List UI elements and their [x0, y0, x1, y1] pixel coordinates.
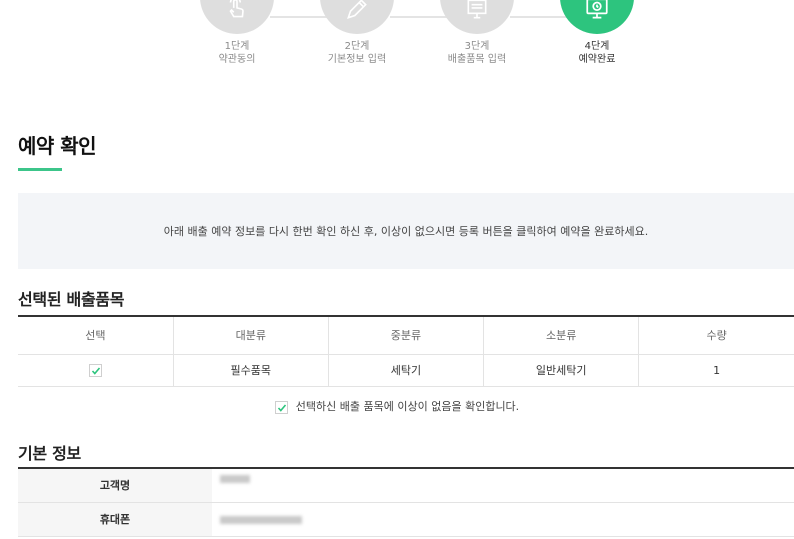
field-label: 휴대폰 — [18, 502, 212, 537]
step-number: 2단계 — [344, 41, 370, 52]
step-label: 약관동의 — [218, 54, 256, 65]
column-header: 소분류 — [483, 316, 640, 355]
step-label: 배출품목 입력 — [447, 54, 507, 65]
step-label: 기본정보 입력 — [327, 54, 387, 65]
confirm-label[interactable]: 선택하신 배출 품목에 이상이 없음을 확인합니다. — [296, 400, 519, 413]
step-3: 3단계 배출품목 입력 — [417, 0, 537, 66]
confirm-row: 선택하신 배출 품목에 이상이 없음을 확인합니다. — [0, 398, 794, 414]
check-icon — [277, 403, 286, 412]
step-2-circle — [320, 0, 394, 34]
redacted-value — [220, 515, 302, 524]
major-category-cell: 필수품목 — [173, 354, 329, 387]
step-number: 1단계 — [224, 41, 250, 52]
page-title: 예약 확인 — [18, 134, 97, 158]
field-label: 고객명 — [18, 468, 212, 503]
select-cell — [18, 354, 174, 387]
step-4-circle — [560, 0, 634, 34]
confirm-checkbox[interactable] — [274, 400, 288, 414]
title-underline — [18, 168, 62, 171]
step-number: 4단계 — [584, 41, 610, 52]
column-header: 수량 — [638, 316, 794, 355]
customer-name-value — [212, 468, 794, 503]
notice-box: 아래 배출 예약 정보를 다시 한번 확인 하신 후, 이상이 없으시면 등록 … — [18, 193, 794, 269]
step-1-circle — [200, 0, 274, 34]
middle-category-cell: 세탁기 — [328, 354, 485, 387]
step-4: 4단계 예약완료 — [537, 0, 657, 66]
items-table: 선택 대분류 중분류 소분류 수량 필수품목 세탁기 일반세탁기 1 — [18, 315, 794, 387]
table-header-row: 선택 대분류 중분류 소분류 수량 — [18, 316, 794, 355]
item-checkbox[interactable] — [88, 363, 102, 377]
column-header: 대분류 — [173, 316, 329, 355]
quantity-cell: 1 — [638, 354, 794, 387]
info-table: 고객명 휴대폰 — [18, 467, 794, 537]
minor-category-cell: 일반세탁기 — [483, 354, 640, 387]
pencil-icon — [344, 0, 370, 26]
table-row: 휴대폰 — [18, 502, 794, 537]
step-3-circle — [440, 0, 514, 34]
table-row: 필수품목 세탁기 일반세탁기 1 — [18, 354, 794, 387]
step-2: 2단계 기본정보 입력 — [297, 0, 417, 66]
check-icon — [91, 367, 100, 375]
monitor-clock-icon — [584, 0, 610, 26]
column-header: 중분류 — [328, 316, 485, 355]
info-section-title: 기본 정보 — [18, 444, 81, 463]
step-number: 3단계 — [464, 41, 490, 52]
step-1: 1단계 약관동의 — [177, 0, 297, 66]
step-label: 예약완료 — [578, 54, 616, 65]
redacted-value — [220, 474, 250, 483]
hand-tap-icon — [224, 0, 250, 26]
progress-stepper: 1단계 약관동의 2단계 기본정보 입력 3단계 배출품목 입력 4단계 예약완… — [0, 0, 794, 90]
notice-text: 아래 배출 예약 정보를 다시 한번 확인 하신 후, 이상이 없으시면 등록 … — [163, 225, 649, 238]
phone-value — [212, 502, 794, 537]
table-row: 고객명 — [18, 468, 794, 503]
document-icon — [464, 0, 490, 26]
items-section-title: 선택된 배출품목 — [18, 290, 125, 309]
column-header: 선택 — [18, 316, 174, 355]
